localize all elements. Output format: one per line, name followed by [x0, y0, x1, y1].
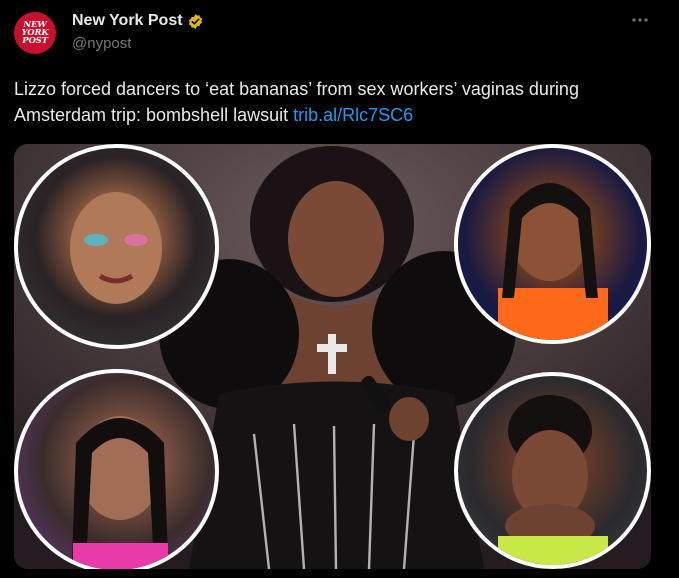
face-illustration-4: [498, 395, 608, 565]
verified-badge-icon[interactable]: [187, 13, 204, 30]
inset-photo-bottom-right: [454, 372, 651, 569]
tweet-link[interactable]: trib.al/Rlc7SC6: [293, 105, 413, 125]
tweet-card: NEW YORK POST New York Post @nypost Lizz…: [0, 0, 679, 578]
inset-photo-top-left: [14, 144, 219, 349]
more-dots-icon: [632, 18, 648, 22]
more-options-button[interactable]: [631, 10, 649, 28]
face-illustration-2: [498, 183, 608, 340]
handle[interactable]: @nypost: [72, 35, 204, 52]
face-illustration-3: [72, 416, 168, 569]
inset-photo-top-right: [454, 144, 651, 344]
tweet-text: Lizzo forced dancers to ‘eat bananas’ fr…: [14, 76, 654, 128]
tweet-media-image[interactable]: [14, 144, 651, 569]
author-name-row[interactable]: New York Post: [72, 12, 204, 30]
face-illustration: [70, 192, 162, 304]
avatar-logo-text: NEW YORK POST: [21, 20, 49, 46]
inset-photo-bottom-left: [14, 369, 219, 569]
author-block: New York Post @nypost: [72, 12, 204, 52]
display-name[interactable]: New York Post: [72, 12, 183, 30]
avatar[interactable]: NEW YORK POST: [14, 12, 56, 54]
